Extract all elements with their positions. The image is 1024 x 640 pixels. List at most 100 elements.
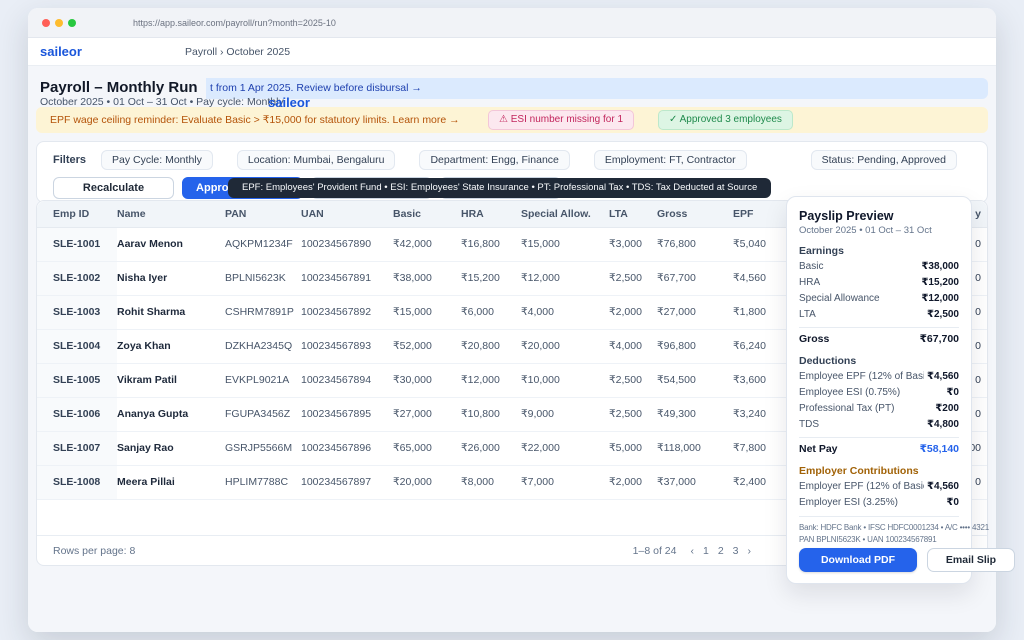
cell-special-allow: ₹20,000 xyxy=(521,340,560,352)
payslip-preview-panel: Payslip Preview October 2025 • 01 Oct – … xyxy=(786,196,1015,584)
column-header[interactable]: UAN xyxy=(301,208,393,220)
cell-special-allow: ₹10,000 xyxy=(521,374,560,386)
address-bar[interactable]: https://app.saileor.com/payroll/run?mont… xyxy=(133,8,336,38)
filter-chip[interactable]: Pay Cycle: Monthly xyxy=(101,150,213,170)
cell-gross: ₹76,800 xyxy=(657,238,696,250)
payslip-actions: Download PDF Email Slip xyxy=(799,548,1015,572)
approved-badge: ✓ Approved 3 employees xyxy=(658,110,793,130)
cell-emp-id: SLE-1005 xyxy=(37,364,117,397)
cell-basic: ₹30,000 xyxy=(393,374,432,386)
download-pdf-button[interactable]: Download PDF xyxy=(799,548,917,572)
column-header[interactable]: LTA xyxy=(609,208,657,220)
cell-uan: 100234567894 xyxy=(301,374,372,386)
cell-emp-id: SLE-1007 xyxy=(37,432,117,465)
close-window-icon[interactable] xyxy=(42,19,50,27)
cell-emp-id: SLE-1008 xyxy=(37,466,117,499)
page-button[interactable]: 2 xyxy=(718,545,724,557)
cell-lta: ₹2,500 xyxy=(609,272,642,284)
payslip-period: October 2025 • 01 Oct – 31 Oct xyxy=(799,225,932,236)
stray-logo: saileor xyxy=(268,95,310,110)
column-header[interactable]: Emp ID xyxy=(37,208,117,220)
page-button[interactable]: › xyxy=(748,545,752,557)
cell-uan: 100234567893 xyxy=(301,340,372,352)
cell-name: Meera Pillai xyxy=(117,476,175,488)
bank-details: Bank: HDFC Bank • IFSC HDFC0001234 • A/C… xyxy=(799,516,989,546)
info-banner-text: t from 1 Apr 2025. Review before disburs… xyxy=(210,82,422,94)
page-button[interactable]: 3 xyxy=(733,545,739,557)
cell-pan: GSRJP5566M xyxy=(225,442,293,454)
occluded-column-header: y xyxy=(975,208,981,220)
deduction-row: Professional Tax (PT) ₹200 xyxy=(799,402,959,415)
maximize-window-icon[interactable] xyxy=(68,19,76,27)
cell-basic: ₹52,000 xyxy=(393,340,432,352)
cell-pan: CSHRM7891P xyxy=(225,306,294,318)
cell-emp-id: SLE-1002 xyxy=(37,262,117,295)
filter-chip[interactable]: Status: Pending, Approved xyxy=(810,150,957,170)
cell-gross: ₹54,500 xyxy=(657,374,696,386)
cell-pan: FGUPA3456Z xyxy=(225,408,291,420)
earnings-heading: Earnings xyxy=(799,245,844,257)
cell-gross: ₹37,000 xyxy=(657,476,696,488)
browser-window: https://app.saileor.com/payroll/run?mont… xyxy=(28,8,1015,632)
column-header[interactable]: PAN xyxy=(225,208,301,220)
cell-pan: AQKPM1234F xyxy=(225,238,293,250)
bank-line: Bank: HDFC Bank • IFSC HDFC0001234 • A/C… xyxy=(799,523,989,532)
cell-basic: ₹20,000 xyxy=(393,476,432,488)
cell-lta: ₹3,000 xyxy=(609,238,642,250)
employer-list: Employer EPF (12% of Basic) ₹4,560 Employ… xyxy=(799,480,959,509)
cell-gross: ₹27,000 xyxy=(657,306,696,318)
rows-per-page[interactable]: Rows per page: 8 xyxy=(53,545,135,557)
page-button[interactable]: 1 xyxy=(703,545,709,557)
cell-basic: ₹15,000 xyxy=(393,306,432,318)
filter-chip[interactable]: Employment: FT, Contractor xyxy=(593,150,747,170)
cell-basic: ₹27,000 xyxy=(393,408,432,420)
cell-lta: ₹4,000 xyxy=(609,340,642,352)
cell-uan: 100234567896 xyxy=(301,442,372,454)
cell-hra: ₹10,800 xyxy=(461,408,500,420)
cell-emp-id: SLE-1001 xyxy=(37,228,117,261)
breadcrumb[interactable]: Payroll › October 2025 xyxy=(185,38,290,66)
cell-hra: ₹20,800 xyxy=(461,340,500,352)
cell-basic: ₹42,000 xyxy=(393,238,432,250)
cell-pan: HPLIM7788C xyxy=(225,476,289,488)
email-slip-button[interactable]: Email Slip xyxy=(927,548,1015,572)
id-line: PAN BPLNI5623K • UAN 100234567891 xyxy=(799,535,937,544)
cell-lta: ₹2,000 xyxy=(609,306,642,318)
gross-row: Gross ₹67,700 xyxy=(799,327,959,346)
column-header[interactable]: Basic xyxy=(393,208,461,220)
warning-banner: EPF wage ceiling reminder: Evaluate Basi… xyxy=(36,107,988,133)
employer-contributions-heading: Employer Contributions xyxy=(799,465,919,477)
earnings-list: Basic ₹38,000 HRA ₹15,200 Special Allowanc… xyxy=(799,260,959,321)
cell-special-allow: ₹7,000 xyxy=(521,476,554,488)
column-header[interactable]: Special Allow. xyxy=(521,208,609,220)
pagination-area: 1–8 of 24 ‹ 1 2 3 › xyxy=(633,545,751,557)
column-header[interactable]: Name xyxy=(117,208,225,220)
payslip-title: Payslip Preview xyxy=(799,209,894,223)
filter-chip[interactable]: Location: Mumbai, Bengaluru xyxy=(236,150,396,170)
cell-uan: 100234567891 xyxy=(301,272,372,284)
app-logo[interactable]: saileor xyxy=(40,38,82,66)
cell-special-allow: ₹12,000 xyxy=(521,272,560,284)
earning-row: Basic ₹38,000 xyxy=(799,261,959,272)
esi-missing-badge: ⚠ ESI number missing for 1 xyxy=(488,110,635,130)
recalculate-button[interactable]: Recalculate xyxy=(53,177,174,199)
minimize-window-icon[interactable] xyxy=(55,19,63,27)
earning-row: LTA ₹2,500 xyxy=(799,309,959,320)
column-header[interactable]: HRA xyxy=(461,208,521,220)
page-button[interactable]: ‹ xyxy=(690,545,694,557)
cell-name: Rohit Sharma xyxy=(117,306,186,318)
deduction-row: TDS ₹4,800 xyxy=(799,418,959,431)
cell-name: Aarav Menon xyxy=(117,238,183,250)
cell-name: Nisha Iyer xyxy=(117,272,168,284)
cell-lta: ₹5,000 xyxy=(609,442,642,454)
cell-uan: 100234567895 xyxy=(301,408,372,420)
column-header[interactable]: Gross xyxy=(657,208,733,220)
filters-row: Filters Pay Cycle: Monthly Location: Mumb… xyxy=(37,142,987,170)
range-label: 1–8 of 24 xyxy=(632,544,677,557)
cell-gross: ₹96,800 xyxy=(657,340,696,352)
employer-row: Employer EPF (12% of Basic) ₹4,560 xyxy=(799,480,959,493)
cell-name: Sanjay Rao xyxy=(117,442,174,454)
cell-pan: DZKHA2345Q xyxy=(225,340,293,352)
cell-uan: 100234567890 xyxy=(301,238,372,250)
filter-chip[interactable]: Department: Engg, Finance xyxy=(419,150,570,170)
